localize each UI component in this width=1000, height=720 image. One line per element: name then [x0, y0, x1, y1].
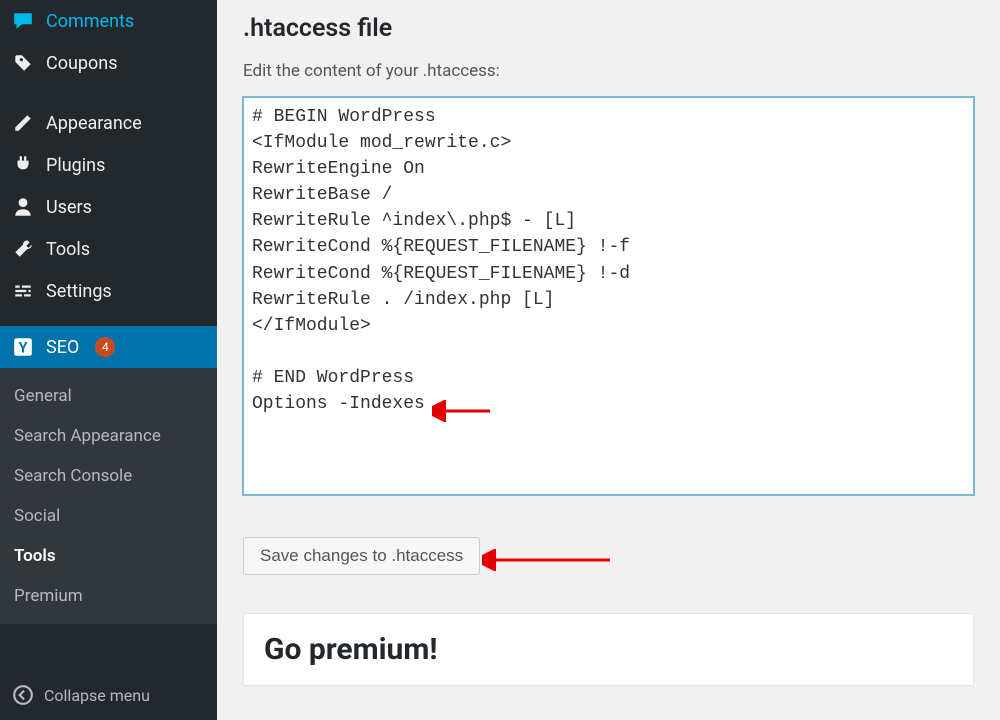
- appearance-icon: [12, 112, 34, 134]
- users-icon: [12, 196, 34, 218]
- htaccess-editor[interactable]: [243, 97, 974, 495]
- collapse-label: Collapse menu: [44, 686, 150, 705]
- sidebar-item-comments[interactable]: Comments: [0, 0, 217, 42]
- sidebar-item-coupons[interactable]: Coupons: [0, 42, 217, 84]
- seo-icon: Y: [12, 336, 34, 358]
- comments-icon: [12, 10, 34, 32]
- sidebar-item-label: Plugins: [46, 155, 105, 176]
- sidebar-item-appearance[interactable]: Appearance: [0, 102, 217, 144]
- seo-badge: 4: [95, 337, 115, 357]
- sidebar-item-label: Comments: [46, 11, 134, 32]
- sidebar-item-label: Coupons: [46, 53, 118, 74]
- premium-panel: Go premium!: [243, 613, 974, 686]
- submenu-search-console[interactable]: Search Console: [0, 456, 217, 496]
- submenu-tools[interactable]: Tools: [0, 536, 217, 576]
- seo-submenu: General Search Appearance Search Console…: [0, 368, 217, 624]
- sidebar-item-seo[interactable]: Y SEO 4: [0, 326, 217, 368]
- submenu-social[interactable]: Social: [0, 496, 217, 536]
- sidebar-item-tools[interactable]: Tools: [0, 228, 217, 270]
- svg-text:Y: Y: [19, 341, 28, 357]
- sidebar-item-label: Users: [46, 197, 92, 218]
- coupons-icon: [12, 52, 34, 74]
- premium-title: Go premium!: [264, 632, 953, 667]
- admin-sidebar: Comments Coupons Appearance Plugins User…: [0, 0, 217, 720]
- sidebar-item-label: SEO: [46, 337, 79, 358]
- collapse-menu[interactable]: Collapse menu: [0, 670, 217, 720]
- sidebar-item-label: Tools: [46, 239, 90, 260]
- htaccess-description: Edit the content of your .htaccess:: [243, 61, 974, 81]
- save-htaccess-button[interactable]: Save changes to .htaccess: [243, 537, 480, 575]
- plugins-icon: [12, 154, 34, 176]
- settings-icon: [12, 280, 34, 302]
- main-content: .htaccess file Edit the content of your …: [217, 0, 1000, 720]
- annotation-arrow-2: [482, 549, 612, 571]
- submenu-search-appearance[interactable]: Search Appearance: [0, 416, 217, 456]
- htaccess-title: .htaccess file: [243, 14, 974, 43]
- sidebar-menu: Comments Coupons Appearance Plugins User…: [0, 0, 217, 670]
- sidebar-item-plugins[interactable]: Plugins: [0, 144, 217, 186]
- tools-icon: [12, 238, 34, 260]
- sidebar-item-users[interactable]: Users: [0, 186, 217, 228]
- submenu-general[interactable]: General: [0, 376, 217, 416]
- sidebar-item-label: Settings: [46, 281, 112, 302]
- sidebar-item-settings[interactable]: Settings: [0, 270, 217, 312]
- submenu-premium[interactable]: Premium: [0, 576, 217, 616]
- collapse-icon: [12, 684, 34, 706]
- sidebar-item-label: Appearance: [46, 113, 142, 134]
